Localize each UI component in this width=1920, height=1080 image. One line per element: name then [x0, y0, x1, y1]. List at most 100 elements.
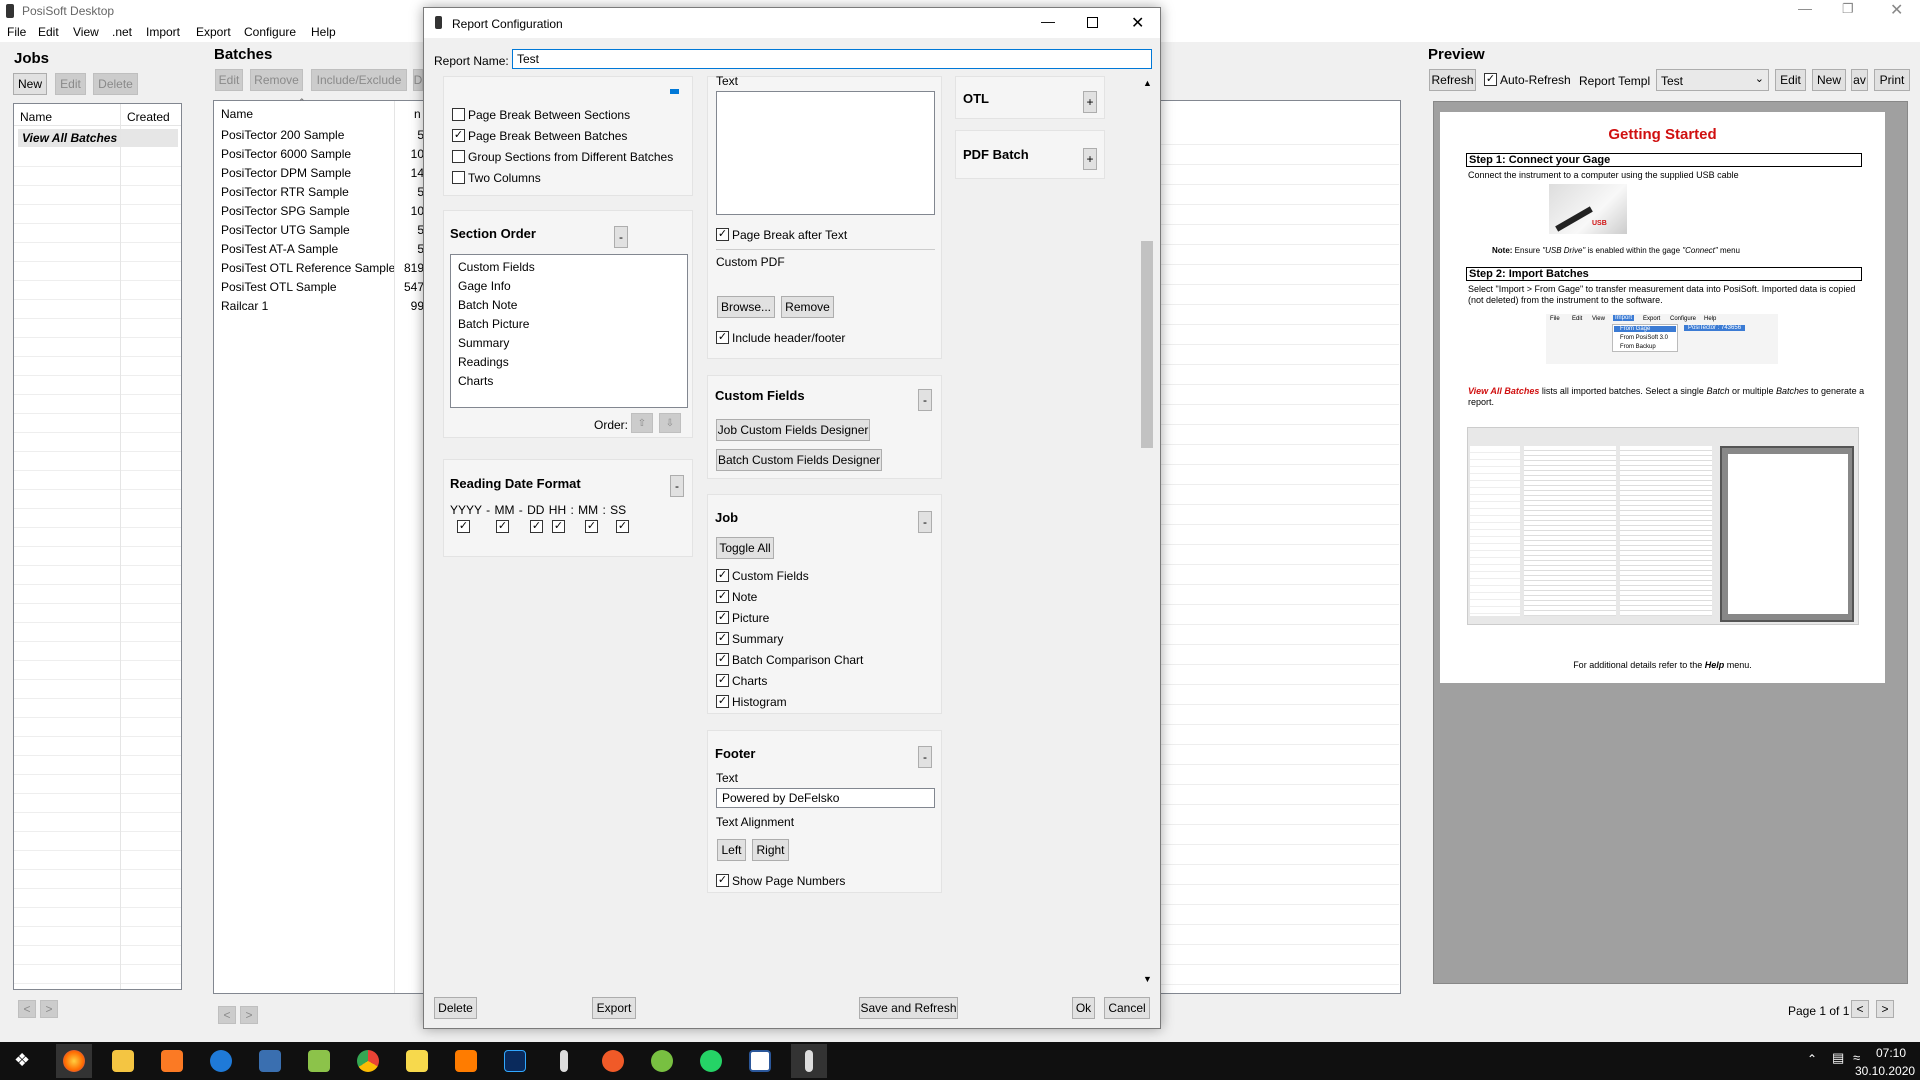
- jobs-row[interactable]: View All Batches: [18, 129, 178, 147]
- menu-configure[interactable]: Configure: [244, 25, 296, 39]
- remove-pdf-button[interactable]: Remove: [781, 296, 834, 318]
- preview-refresh-button[interactable]: Refresh: [1429, 69, 1476, 91]
- close-icon[interactable]: ✕: [1890, 0, 1903, 20]
- jobs-next-button[interactable]: >: [40, 1000, 58, 1018]
- browse-button[interactable]: Browse...: [717, 296, 775, 318]
- page-break-after-text-checkbox[interactable]: [716, 228, 729, 241]
- ok-button[interactable]: Ok: [1072, 997, 1095, 1019]
- clock-date[interactable]: 30.10.2020: [1855, 1064, 1915, 1078]
- preview-prev-button[interactable]: <: [1851, 1000, 1869, 1018]
- list-item[interactable]: Batch Picture: [458, 317, 529, 331]
- list-item[interactable]: Gage Info: [458, 279, 511, 293]
- tray-chevron-icon[interactable]: ⌃: [1807, 1052, 1817, 1066]
- windows-start-icon[interactable]: ❖: [14, 1050, 30, 1071]
- config-scrollbar[interactable]: ▲ ▼: [1139, 76, 1155, 988]
- custom-fields-collapse-button[interactable]: -: [918, 389, 932, 411]
- list-item[interactable]: Summary: [458, 336, 509, 350]
- job-custom-fields-designer-button[interactable]: Job Custom Fields Designer: [716, 419, 870, 441]
- job-batch-comparison-checkbox[interactable]: [716, 653, 729, 666]
- job-edit-button[interactable]: Edit: [55, 73, 86, 95]
- chrome-icon[interactable]: [350, 1044, 386, 1078]
- job-summary-checkbox[interactable]: [716, 632, 729, 645]
- date-ss-checkbox[interactable]: [616, 520, 629, 533]
- job-charts-checkbox[interactable]: [716, 674, 729, 687]
- auto-refresh-checkbox[interactable]: [1484, 73, 1497, 86]
- header-text-area[interactable]: [716, 91, 935, 215]
- preview-new-button[interactable]: New: [1812, 69, 1846, 91]
- batch-remove-button[interactable]: Remove: [250, 69, 303, 91]
- two-columns-checkbox[interactable]: [452, 171, 465, 184]
- preview-edit-button[interactable]: Edit: [1775, 69, 1806, 91]
- order-up-button[interactable]: ⇧: [631, 413, 653, 433]
- menu-help[interactable]: Help: [311, 25, 336, 39]
- batch-extra-button[interactable]: D: [413, 69, 423, 91]
- list-item[interactable]: Readings: [458, 355, 509, 369]
- section-order-collapse-button[interactable]: -: [614, 226, 628, 248]
- job-new-button[interactable]: New: [13, 73, 47, 95]
- table-row[interactable]: PosiTest AT-A Sample 5: [214, 239, 424, 258]
- order-down-button[interactable]: ⇩: [659, 413, 681, 433]
- preview-print-button[interactable]: Print: [1874, 69, 1910, 91]
- page-break-batches-checkbox[interactable]: [452, 129, 465, 142]
- section-order-list[interactable]: Custom Fields Gage Info Batch Note Batch…: [450, 254, 688, 408]
- job-histogram-checkbox[interactable]: [716, 695, 729, 708]
- menu-file[interactable]: File: [7, 25, 26, 39]
- table-row[interactable]: PosiTector DPM Sample 14: [214, 163, 424, 182]
- menu-import[interactable]: Import: [146, 25, 180, 39]
- date-hh-checkbox[interactable]: [552, 520, 565, 533]
- menu-export[interactable]: Export: [196, 25, 231, 39]
- jobs-col-name[interactable]: Name: [20, 110, 52, 124]
- firefox-icon[interactable]: [56, 1044, 92, 1078]
- table-row[interactable]: PosiTest OTL Reference Sample 819: [214, 258, 424, 277]
- scroll-thumb[interactable]: [1141, 241, 1153, 448]
- align-left-button[interactable]: Left: [717, 839, 746, 861]
- date-mm-checkbox[interactable]: [496, 520, 509, 533]
- cancel-button[interactable]: Cancel: [1104, 997, 1150, 1019]
- dialog-minimize-icon[interactable]: —: [1041, 13, 1055, 29]
- batches-col-name[interactable]: Name: [221, 107, 253, 121]
- toggle-all-button[interactable]: Toggle All: [716, 537, 774, 559]
- preview-av-button[interactable]: av: [1851, 69, 1868, 91]
- dialog-delete-button[interactable]: Delete: [434, 997, 477, 1019]
- menu-edit[interactable]: Edit: [38, 25, 59, 39]
- menu-view[interactable]: View: [73, 25, 99, 39]
- preview-next-button[interactable]: >: [1876, 1000, 1894, 1018]
- clock-time[interactable]: 07:10: [1876, 1046, 1906, 1060]
- table-row[interactable]: PosiTector 6000 Sample 10: [214, 144, 424, 163]
- jobs-prev-button[interactable]: <: [18, 1000, 36, 1018]
- list-item[interactable]: Batch Note: [458, 298, 517, 312]
- xampp-icon[interactable]: [154, 1044, 190, 1078]
- list-item[interactable]: Custom Fields: [458, 260, 535, 274]
- pdf-batch-expand-button[interactable]: +: [1083, 148, 1097, 170]
- date-yyyy-checkbox[interactable]: [457, 520, 470, 533]
- footer-text-input[interactable]: [716, 788, 935, 808]
- word-doc-icon[interactable]: [742, 1044, 778, 1078]
- table-row[interactable]: PosiTest OTL Sample 547: [214, 277, 424, 296]
- posisoft-icon[interactable]: [546, 1044, 582, 1078]
- page-break-sections-checkbox[interactable]: [452, 108, 465, 121]
- sticky-notes-icon[interactable]: [399, 1044, 435, 1078]
- thunderbird-icon[interactable]: [203, 1044, 239, 1078]
- show-page-numbers-checkbox[interactable]: [716, 874, 729, 887]
- wifi-icon[interactable]: ≈: [1853, 1050, 1860, 1065]
- job-custom-fields-checkbox[interactable]: [716, 569, 729, 582]
- scroll-down-icon[interactable]: ▼: [1143, 974, 1152, 984]
- table-row[interactable]: PosiTector UTG Sample 5: [214, 220, 424, 239]
- job-picture-checkbox[interactable]: [716, 611, 729, 624]
- photoshop-icon[interactable]: [497, 1044, 533, 1078]
- align-right-button[interactable]: Right: [752, 839, 789, 861]
- job-collapse-button[interactable]: -: [918, 511, 932, 533]
- table-row[interactable]: PosiTector 200 Sample 5: [214, 125, 424, 144]
- report-template-select[interactable]: Test ⌄: [1656, 69, 1769, 91]
- network-icon[interactable]: ▤: [1832, 1050, 1844, 1066]
- batches-col-n[interactable]: n: [414, 107, 421, 121]
- menu-net[interactable]: .net: [112, 25, 132, 39]
- table-row[interactable]: PosiTector RTR Sample 5: [214, 182, 424, 201]
- batch-include-exclude-button[interactable]: Include/Exclude: [311, 69, 407, 91]
- list-item[interactable]: Charts: [458, 374, 493, 388]
- file-explorer-icon[interactable]: [105, 1044, 141, 1078]
- record-tool-icon[interactable]: [595, 1044, 631, 1078]
- otl-expand-button[interactable]: +: [1083, 91, 1097, 113]
- report-name-input[interactable]: [512, 49, 1152, 69]
- whatsapp-icon[interactable]: [693, 1044, 729, 1078]
